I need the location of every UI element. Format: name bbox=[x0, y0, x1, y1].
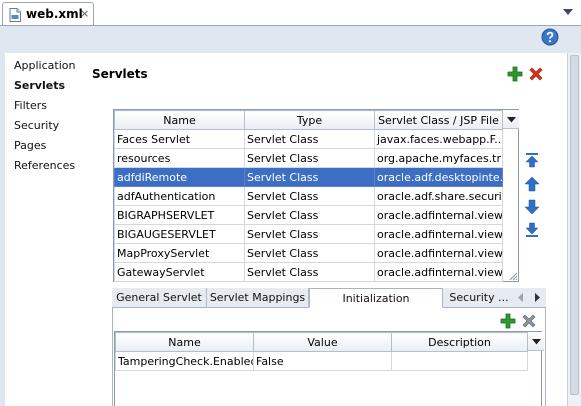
cell-class[interactable]: oracle.adf.share.securi... bbox=[374, 186, 503, 206]
chevron-down-icon bbox=[532, 339, 541, 345]
cell-class[interactable]: oracle.adf.desktopinte... bbox=[374, 167, 503, 187]
cell-type[interactable]: Servlet Class bbox=[244, 224, 375, 244]
cell-name[interactable]: resources bbox=[114, 148, 245, 168]
tab-security[interactable]: Security ... bbox=[443, 288, 515, 308]
cell-name[interactable]: BIGAUGESERVLET bbox=[114, 224, 245, 244]
table-row[interactable]: MapProxyServlet Servlet Class oracle.adf… bbox=[114, 243, 503, 263]
cell-param-value[interactable]: False bbox=[253, 351, 392, 371]
delete-parameter-icon[interactable] bbox=[521, 313, 537, 329]
section-title: Servlets bbox=[92, 67, 148, 81]
column-header-name[interactable]: Name bbox=[115, 332, 254, 352]
cell-param-name[interactable]: TamperingCheck.Enabled bbox=[115, 351, 254, 371]
panel-vertical-scrollbar[interactable] bbox=[567, 53, 581, 406]
params-table: Name Value Description TamperingCheck.En… bbox=[115, 332, 528, 371]
tab-general-servlet[interactable]: General Servlet bbox=[112, 288, 207, 308]
cell-class[interactable]: javax.faces.webapp.F... bbox=[374, 129, 503, 149]
cell-class[interactable]: oracle.adfinternal.view... bbox=[374, 224, 503, 244]
table-row[interactable]: adfAuthentication Servlet Class oracle.a… bbox=[114, 186, 503, 206]
chevron-down-icon bbox=[507, 117, 516, 123]
cell-class[interactable]: oracle.adfinternal.view... bbox=[374, 205, 503, 225]
column-header-name[interactable]: Name bbox=[114, 110, 245, 130]
move-to-bottom-icon[interactable] bbox=[524, 222, 540, 238]
tab-list-dropdown-icon[interactable] bbox=[562, 7, 574, 17]
move-down-icon[interactable] bbox=[524, 199, 540, 215]
nav-item-application[interactable]: Application bbox=[14, 59, 75, 72]
tabs-scroll-right-icon[interactable] bbox=[531, 291, 543, 304]
nav-item-servlets[interactable]: Servlets bbox=[14, 79, 65, 92]
scrollbar-thumb[interactable] bbox=[570, 55, 579, 395]
cell-param-description[interactable] bbox=[391, 351, 528, 371]
nav-item-pages[interactable]: Pages bbox=[14, 139, 46, 152]
cell-class[interactable]: oracle.adfinternal.view... bbox=[374, 243, 503, 263]
params-table-header: Name Value Description bbox=[115, 332, 528, 352]
add-parameter-icon[interactable] bbox=[500, 313, 516, 329]
table-row[interactable]: resources Servlet Class org.apache.myfac… bbox=[114, 148, 503, 168]
move-to-top-icon[interactable] bbox=[524, 152, 540, 168]
tab-close-icon[interactable]: × bbox=[80, 7, 89, 20]
cell-type[interactable]: Servlet Class bbox=[244, 167, 375, 187]
cell-name[interactable]: MapProxyServlet bbox=[114, 243, 245, 263]
cell-type[interactable]: Servlet Class bbox=[244, 129, 375, 149]
table-resize-grip-icon[interactable] bbox=[508, 271, 518, 281]
delete-servlet-icon[interactable] bbox=[528, 66, 544, 82]
editor-tab-web-xml[interactable]: web.xml × bbox=[2, 2, 94, 26]
servlets-table-header: Name Type Servlet Class / JSP File bbox=[114, 110, 503, 130]
cell-name[interactable]: GatewayServlet bbox=[114, 262, 245, 282]
table-row[interactable]: Faces Servlet Servlet Class javax.faces.… bbox=[114, 129, 503, 149]
cell-class[interactable]: org.apache.myfaces.tri... bbox=[374, 148, 503, 168]
column-header-servlet-class[interactable]: Servlet Class / JSP File bbox=[374, 110, 503, 130]
servlet-detail-tabs: General Servlet Servlet Mappings Initial… bbox=[112, 288, 546, 324]
tab-servlet-mappings[interactable]: Servlet Mappings bbox=[207, 288, 309, 308]
xml-document-icon bbox=[9, 8, 21, 22]
cell-type[interactable]: Servlet Class bbox=[244, 186, 375, 206]
params-column-options-button[interactable] bbox=[527, 332, 544, 351]
cell-type[interactable]: Servlet Class bbox=[244, 148, 375, 168]
table-row[interactable]: BIGAUGESERVLET Servlet Class oracle.adfi… bbox=[114, 224, 503, 244]
help-icon[interactable] bbox=[541, 28, 559, 46]
table-row-selected[interactable]: adfdiRemote Servlet Class oracle.adf.des… bbox=[114, 167, 503, 187]
table-row[interactable]: TamperingCheck.Enabled False bbox=[115, 351, 528, 371]
cell-type[interactable]: Servlet Class bbox=[244, 262, 375, 282]
tabs-scroll-left-icon[interactable] bbox=[515, 291, 527, 304]
cell-type[interactable]: Servlet Class bbox=[244, 205, 375, 225]
add-servlet-icon[interactable] bbox=[507, 66, 523, 82]
move-up-icon[interactable] bbox=[524, 176, 540, 192]
cell-type[interactable]: Servlet Class bbox=[244, 243, 375, 263]
editor-tab-title: web.xml bbox=[26, 7, 83, 21]
servlets-table: Name Type Servlet Class / JSP File Faces… bbox=[114, 110, 503, 282]
column-options-button[interactable] bbox=[502, 110, 519, 129]
nav-item-security[interactable]: Security bbox=[14, 119, 59, 132]
nav-item-references[interactable]: References bbox=[14, 159, 75, 172]
cell-name[interactable]: adfdiRemote bbox=[114, 167, 245, 187]
cell-class[interactable]: oracle.adfinternal.view... bbox=[374, 262, 503, 282]
table-row[interactable]: BIGRAPHSERVLET Servlet Class oracle.adfi… bbox=[114, 205, 503, 225]
nav-item-filters[interactable]: Filters bbox=[14, 99, 47, 112]
editor-tab-strip: web.xml × bbox=[0, 0, 581, 26]
cell-name[interactable]: Faces Servlet bbox=[114, 129, 245, 149]
column-header-type[interactable]: Type bbox=[244, 110, 375, 130]
table-row[interactable]: GatewayServlet Servlet Class oracle.adfi… bbox=[114, 262, 503, 282]
web-xml-sections-nav: Application Servlets Filters Security Pa… bbox=[5, 53, 82, 406]
column-header-value[interactable]: Value bbox=[253, 332, 392, 352]
cell-name[interactable]: adfAuthentication bbox=[114, 186, 245, 206]
tab-initialization-parameters[interactable]: Initialization Parameters bbox=[309, 288, 443, 324]
column-header-description[interactable]: Description bbox=[391, 332, 528, 352]
cell-name[interactable]: BIGRAPHSERVLET bbox=[114, 205, 245, 225]
